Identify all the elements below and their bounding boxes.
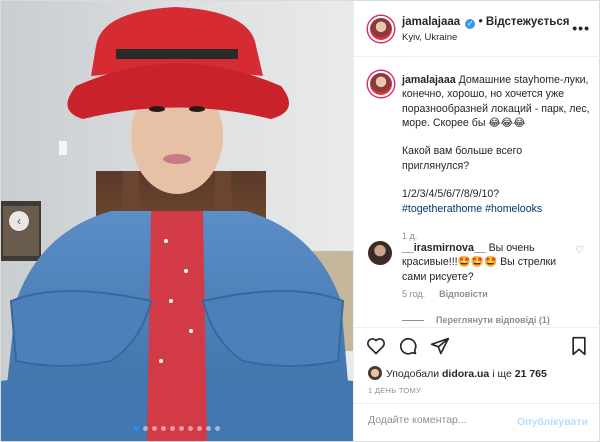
separator: • bbox=[478, 16, 486, 28]
avatar[interactable] bbox=[368, 241, 392, 265]
verified-icon: ✓ bbox=[465, 19, 476, 29]
avatar[interactable] bbox=[368, 16, 394, 42]
likes-summary: Уподобали didora.ua і ще 21 765 bbox=[368, 366, 547, 380]
location-link[interactable]: Kyiv, Ukraine bbox=[402, 32, 457, 43]
likes-count[interactable]: 21 765 bbox=[515, 368, 547, 380]
chevron-left-icon: ‹ bbox=[17, 214, 21, 228]
carousel-dots bbox=[1, 426, 353, 431]
carousel-dot bbox=[197, 426, 202, 431]
follow-button[interactable]: Відстежується bbox=[486, 16, 570, 28]
comment-username[interactable]: __irasmirnova__ bbox=[402, 242, 486, 254]
caption-username[interactable]: jamalajaaa bbox=[402, 74, 456, 86]
post-date[interactable]: 1 ДЕНЬ ТОМУ bbox=[368, 386, 421, 395]
likes-prefix: Уподобали bbox=[386, 368, 440, 380]
username-link[interactable]: jamalajaaa bbox=[402, 16, 460, 28]
likes-mid: і ще bbox=[492, 368, 512, 380]
instagram-post: ‹ jamalajaaa ✓ • Відстежується Kyiv, Ukr… bbox=[0, 0, 600, 442]
liker-avatar[interactable] bbox=[368, 366, 382, 380]
comments-area[interactable]: jamalajaaa Домашние stayhome-луки, конеч… bbox=[354, 57, 600, 327]
bookmark-icon[interactable] bbox=[570, 336, 588, 359]
comment-meta: 5 год. Відповісти bbox=[402, 289, 488, 299]
heart-icon[interactable]: ♡ bbox=[575, 245, 584, 256]
carousel-dot bbox=[143, 426, 148, 431]
carousel-dot bbox=[152, 426, 157, 431]
carousel-dot bbox=[206, 426, 211, 431]
divider bbox=[402, 320, 424, 322]
action-bar: Уподобали didora.ua і ще 21 765 1 ДЕНЬ Т… bbox=[354, 327, 600, 397]
publish-button[interactable]: Опублікувати bbox=[517, 416, 588, 428]
post-header: jamalajaaa ✓ • Відстежується Kyiv, Ukrai… bbox=[354, 1, 600, 57]
caption-text: jamalajaaa Домашние stayhome-луки, конеч… bbox=[402, 73, 592, 216]
avatar[interactable] bbox=[368, 71, 394, 97]
reply-button[interactable]: Відповісти bbox=[439, 289, 488, 299]
add-comment-bar: Опублікувати bbox=[354, 403, 600, 441]
carousel-dot bbox=[134, 426, 139, 431]
comment-icon[interactable] bbox=[398, 336, 418, 359]
carousel-dot bbox=[215, 426, 220, 431]
share-icon[interactable] bbox=[430, 336, 450, 359]
liker-username[interactable]: didora.ua bbox=[442, 368, 489, 380]
hashtag-link[interactable]: #homelooks bbox=[485, 203, 542, 215]
comment-text: __irasmirnova__ Вы очень красивые!!!🤩🤩🤩 … bbox=[402, 241, 572, 284]
post-side-panel: jamalajaaa ✓ • Відстежується Kyiv, Ukrai… bbox=[353, 1, 600, 441]
view-replies-label: Переглянути відповіді (1) bbox=[436, 315, 550, 325]
carousel-dot bbox=[188, 426, 193, 431]
carousel-dot bbox=[179, 426, 184, 431]
comment-input[interactable] bbox=[368, 414, 518, 426]
carousel-dot bbox=[170, 426, 175, 431]
previous-slide-button[interactable]: ‹ bbox=[9, 211, 29, 231]
action-icons bbox=[366, 336, 450, 359]
like-heart-icon[interactable] bbox=[366, 336, 386, 359]
carousel-dot bbox=[161, 426, 166, 431]
caption-body: Домашние stayhome-луки, конечно, хорошо,… bbox=[402, 74, 590, 201]
photo-illustration bbox=[1, 1, 353, 441]
view-replies-button[interactable]: Переглянути відповіді (1) bbox=[402, 315, 550, 325]
caption-time[interactable]: 1 д. bbox=[402, 231, 417, 241]
comment-time[interactable]: 5 год. bbox=[402, 289, 425, 299]
header-user: jamalajaaa ✓ • Відстежується bbox=[402, 16, 569, 29]
more-options-icon[interactable]: ••• bbox=[572, 20, 590, 36]
post-photo[interactable]: ‹ bbox=[1, 1, 353, 441]
hashtag-link[interactable]: #togetherathome bbox=[402, 203, 482, 215]
